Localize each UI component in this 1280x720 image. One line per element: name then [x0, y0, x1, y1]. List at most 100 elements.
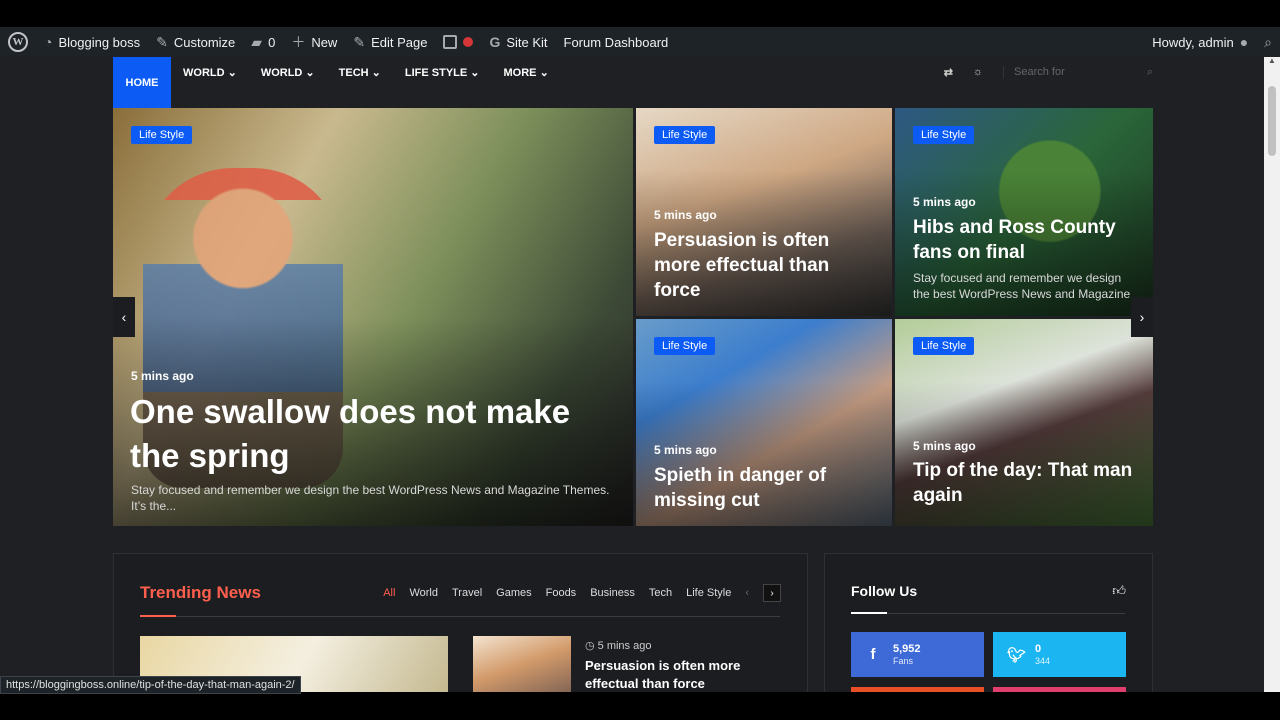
screen-bottom-letterbox [0, 692, 1280, 720]
category-badge[interactable]: Life Style [131, 126, 193, 144]
thumbs-up-icon: 👍︎ [1112, 583, 1126, 598]
hero-card-lizard[interactable]: Life Style 5 mins ago Hibs and Ross Coun… [895, 108, 1153, 316]
random-post-icon[interactable]: ⇄ [944, 66, 953, 79]
site-kit-menu[interactable]: G Site Kit [481, 27, 555, 57]
tabs-next-button[interactable]: › [763, 584, 781, 602]
post-time: 5 mins ago [913, 439, 976, 453]
nav-tools: ⇄ ☼ Search for ⌕ [944, 65, 1153, 79]
slider-next-button[interactable]: › [1131, 297, 1153, 337]
category-badge[interactable]: Life Style [654, 337, 716, 355]
nav-lifestyle-label: LIFE STYLE [404, 66, 468, 79]
site-name: Blogging boss [58, 34, 141, 50]
tab-all[interactable]: All [383, 587, 395, 599]
title-accent [140, 615, 176, 617]
hero-card-watch[interactable]: Life Style 5 mins ago Spieth in danger o… [636, 319, 892, 526]
follow-us-widget: Follow Us 👍︎ f 5,952 Fans 🐦︎ 0 344 [824, 553, 1153, 692]
nav-more-label: MORE [503, 66, 537, 79]
post-thumbnail[interactable] [473, 636, 571, 692]
tab-world[interactable]: World [409, 587, 438, 599]
tab-business[interactable]: Business [590, 587, 635, 599]
tab-travel[interactable]: Travel [452, 587, 482, 599]
twitter-icon: 🐦︎ [1007, 646, 1027, 664]
scroll-up-icon[interactable]: ▲ [1268, 56, 1276, 65]
new-content-menu[interactable]: ＋ New [283, 27, 345, 57]
search-placeholder: Search for [1014, 65, 1065, 78]
post-time: 5 mins ago [654, 208, 717, 222]
post-time: 5 mins ago [131, 369, 194, 383]
divider [140, 616, 780, 617]
nav-item-world-2[interactable]: WORLD ⌄ [249, 66, 327, 79]
wordpress-icon: W [8, 32, 28, 52]
tabs-prev-icon[interactable]: ‹ [745, 587, 749, 599]
category-badge[interactable]: Life Style [913, 337, 975, 355]
avatar-icon: ● [1239, 34, 1249, 50]
hero-card-main[interactable]: Life Style 5 mins ago One swallow does n… [113, 108, 633, 526]
admin-bar-right: Howdy, admin ● ⌕ [1144, 27, 1280, 57]
slider-prev-button[interactable]: ‹ [113, 297, 135, 337]
post-title[interactable]: One swallow does not make the spring [130, 390, 619, 478]
wp-admin-bar: W ◔ Blogging boss ✎ Customize ▰ 0 ＋ New ✎ Edi… [0, 27, 1280, 57]
nav-item-lifestyle[interactable]: LIFE STYLE ⌄ [393, 66, 492, 79]
new-label: New [311, 34, 338, 50]
tab-games[interactable]: Games [496, 587, 531, 599]
clock-icon: ◷ [585, 640, 598, 652]
post-title[interactable]: Spieth in danger of missing cut [654, 463, 878, 513]
plus-icon: ＋ [291, 34, 306, 50]
hero-card-guitar[interactable]: Life Style 5 mins ago Tip of the day: Th… [895, 319, 1153, 526]
category-badge[interactable]: Life Style [913, 126, 975, 144]
google-icon: G [489, 34, 501, 50]
brush-icon: ✎ [156, 33, 168, 50]
section-title: Trending News [140, 583, 261, 602]
post-title[interactable]: Persuasion is often more effectual than … [585, 657, 775, 692]
hero-grid: Life Style 5 mins ago One swallow does n… [113, 108, 1153, 526]
nav-item-more[interactable]: MORE ⌄ [492, 66, 561, 79]
tab-tech[interactable]: Tech [649, 587, 672, 599]
post-excerpt: Stay focused and remember we design the … [131, 483, 610, 513]
comments-count: 0 [268, 34, 276, 50]
trending-tabs: All World Travel Games Foods Business Te… [383, 584, 781, 602]
edit-page-link[interactable]: ✎ Edit Page [345, 27, 435, 57]
tab-foods[interactable]: Foods [546, 587, 577, 599]
nav-item-tech[interactable]: TECH ⌄ [327, 66, 393, 79]
post-time-text: 5 mins ago [597, 640, 652, 652]
facebook-count: 5,952 [893, 643, 921, 655]
facebook-label: Fans [893, 656, 914, 666]
twitter-follow-button[interactable]: 🐦︎ 0 344 [993, 632, 1126, 677]
admin-search-button[interactable]: ⌕ [1256, 27, 1280, 57]
browser-status-url: https://bloggingboss.online/tip-of-the-d… [0, 676, 301, 694]
forum-dashboard-link[interactable]: Forum Dashboard [556, 27, 677, 57]
title-accent [851, 612, 887, 614]
customize-link[interactable]: ✎ Customize [148, 27, 243, 57]
yoast-seo-menu[interactable] [435, 27, 481, 57]
nav-world2-label: WORLD [260, 66, 303, 79]
post-time: ◷ 5 mins ago [585, 639, 651, 652]
yoast-icon [443, 35, 458, 49]
post-title[interactable]: Persuasion is often more effectual than … [654, 228, 878, 303]
search-icon[interactable]: ⌕ [1147, 66, 1153, 79]
divider [851, 613, 1125, 614]
post-title[interactable]: Hibs and Ross County fans on final [913, 215, 1139, 265]
dark-mode-icon[interactable]: ☼ [973, 66, 983, 78]
page-scrollbar[interactable]: ▲ ▼ [1264, 54, 1280, 692]
nav-item-world[interactable]: WORLD ⌄ [171, 66, 249, 79]
search-icon: ⌕ [1264, 33, 1272, 50]
facebook-follow-button[interactable]: f 5,952 Fans [851, 632, 984, 677]
site-name-menu[interactable]: ◔ Blogging boss [36, 27, 148, 57]
main-navigation: HOME WORLD ⌄ WORLD ⌄ TECH ⌄ LIFE STYLE ⌄… [113, 57, 1153, 115]
scroll-thumb[interactable] [1268, 86, 1276, 156]
nav-search-input[interactable]: Search for ⌕ [1003, 65, 1153, 79]
account-menu[interactable]: Howdy, admin ● [1144, 27, 1256, 57]
seo-status-dot [463, 37, 474, 47]
twitter-label: 344 [1035, 656, 1051, 666]
comment-icon: ▰ [251, 33, 263, 50]
category-badge[interactable]: Life Style [654, 126, 716, 144]
nav-item-home[interactable]: HOME [113, 57, 171, 115]
post-title[interactable]: Tip of the day: That man again [913, 458, 1139, 508]
wp-logo-menu[interactable]: W [0, 27, 36, 57]
twitter-count: 0 [1035, 643, 1042, 655]
post-excerpt: Stay focused and remember we design the … [913, 271, 1131, 301]
comments-link[interactable]: ▰ 0 [243, 27, 283, 57]
tab-lifestyle[interactable]: Life Style [686, 587, 731, 599]
customize-label: Customize [173, 34, 236, 50]
hero-card-boat[interactable]: Life Style 5 mins ago Persuasion is ofte… [636, 108, 892, 316]
